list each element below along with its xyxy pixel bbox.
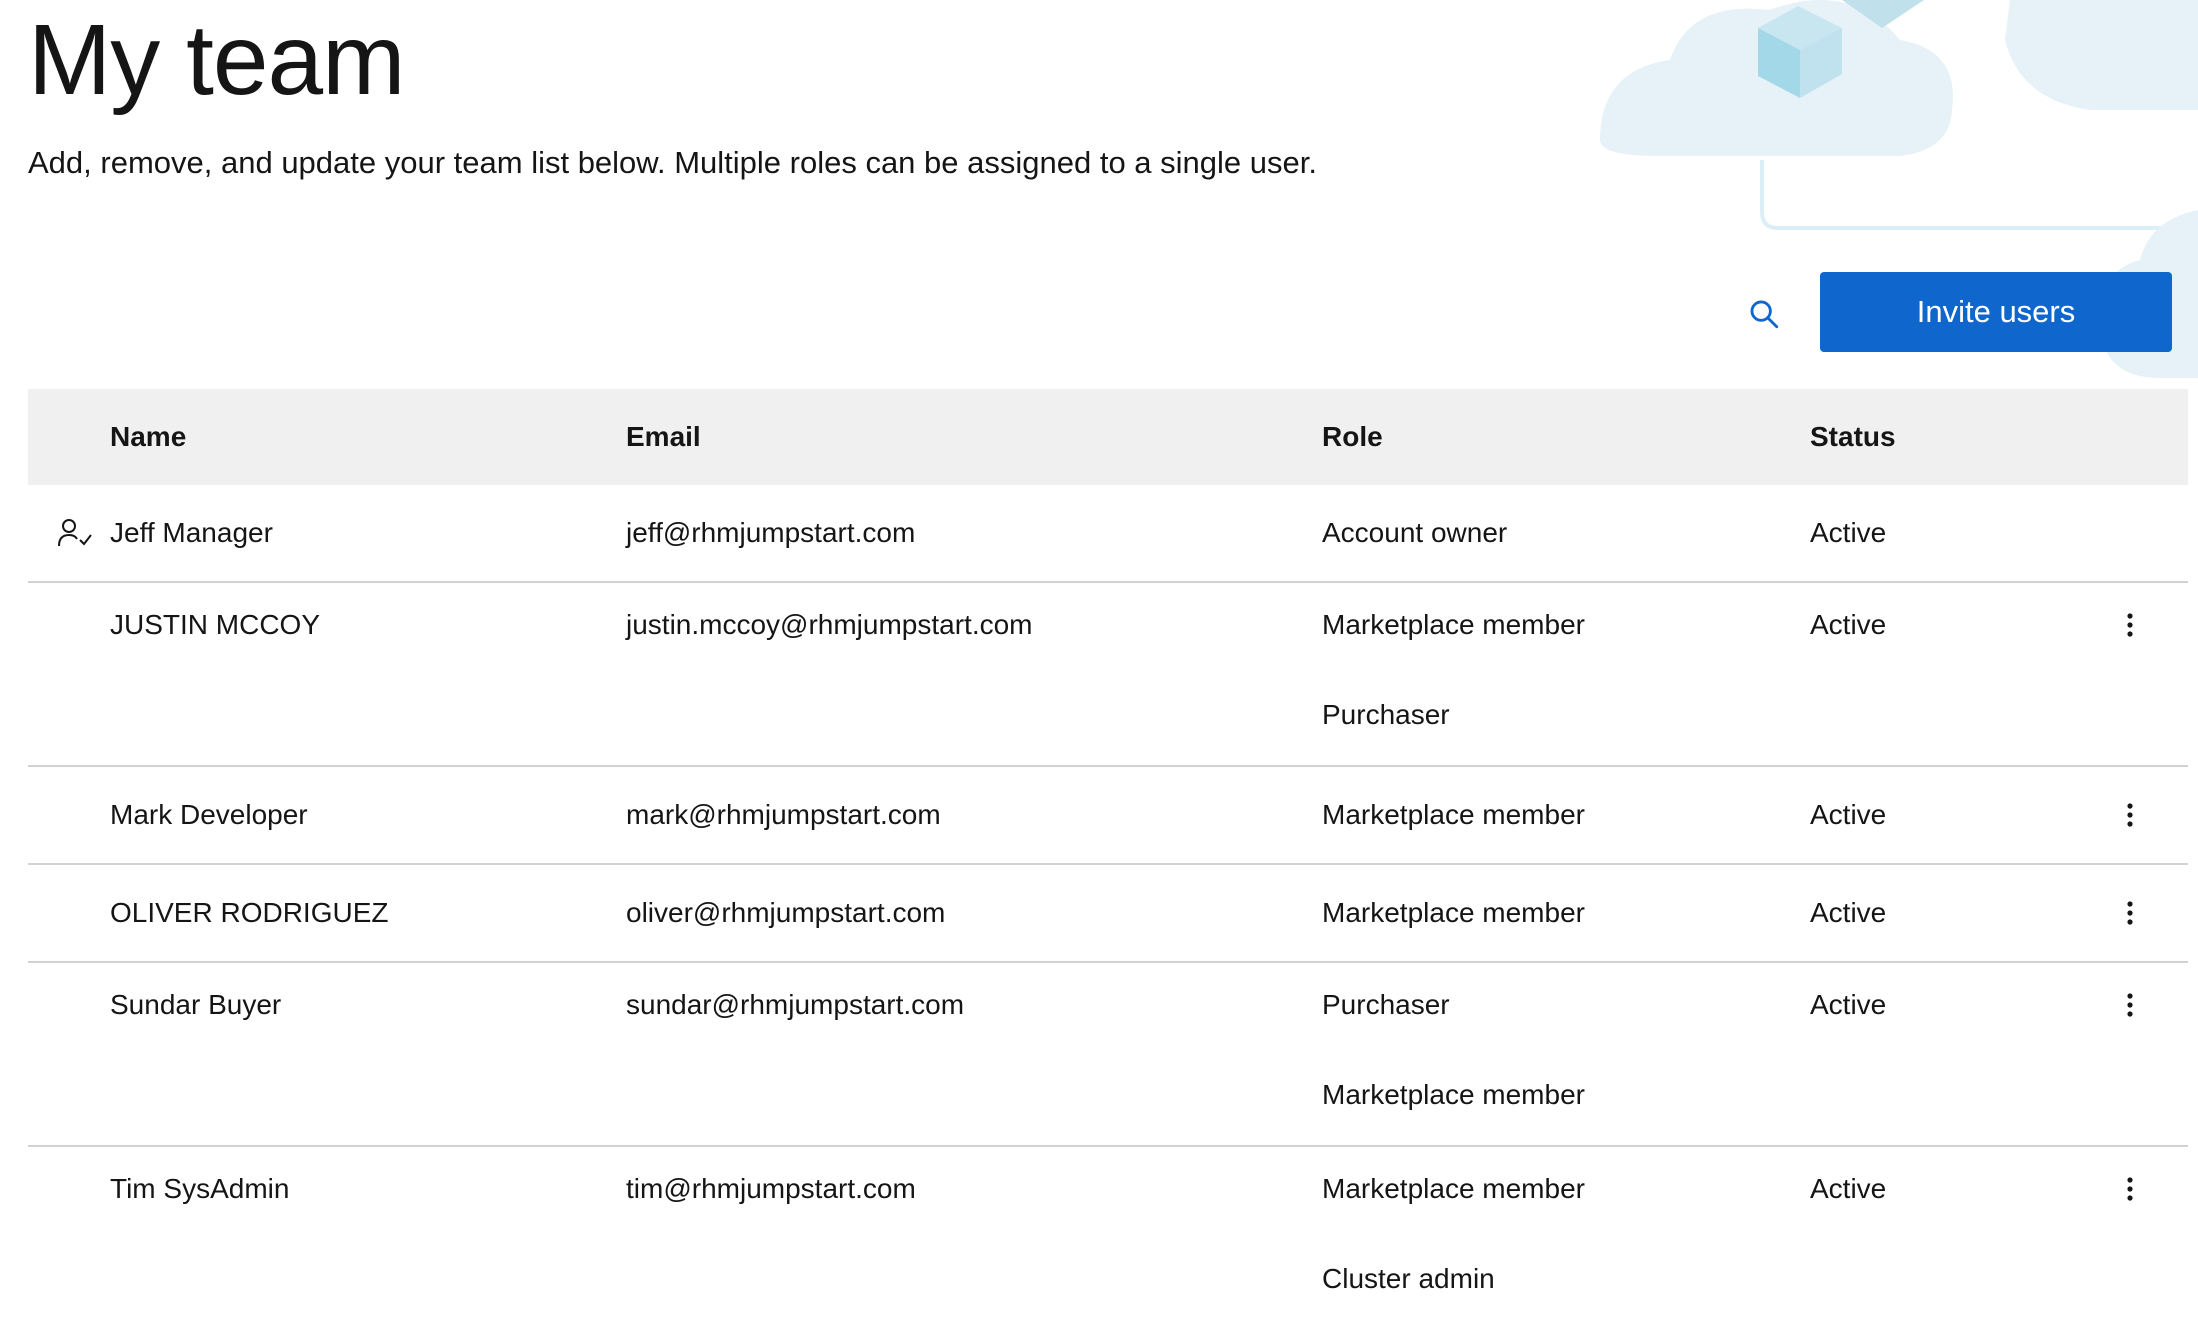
kebab-menu-icon — [2127, 901, 2133, 925]
cell-email: jeff@rhmjumpstart.com — [626, 517, 916, 548]
cell-status: Active — [1810, 517, 1887, 548]
user-check-icon — [58, 518, 92, 553]
page-title: My team — [28, 4, 405, 116]
team-table: Name Email Role Status Jeff Manager jeff… — [28, 389, 2188, 1323]
table-row: Mark Developer mark@rhmjumpstart.com Mar… — [28, 767, 2188, 865]
table-header: Name Email Role Status — [28, 389, 2188, 485]
table-row: JUSTIN MCCOY justin.mccoy@rhmjumpstart.c… — [28, 583, 2188, 767]
table-row: OLIVER RODRIGUEZ oliver@rhmjumpstart.com… — [28, 865, 2188, 963]
row-actions-button[interactable] — [2110, 795, 2150, 835]
role-label: Marketplace member — [1322, 1079, 1585, 1110]
cell-status: Active — [1810, 989, 1887, 1020]
cube-icon — [1758, 0, 1924, 98]
row-actions-button[interactable] — [2110, 605, 2150, 645]
cell-name: Sundar Buyer — [110, 989, 282, 1020]
column-header-status[interactable]: Status — [1810, 389, 1896, 485]
table-row: Tim SysAdmin tim@rhmjumpstart.com Market… — [28, 1147, 2188, 1323]
kebab-menu-icon — [2127, 993, 2133, 1017]
cell-role: Purchaser Marketplace member — [1322, 987, 1585, 1113]
row-actions-button[interactable] — [2110, 985, 2150, 1025]
cell-email: mark@rhmjumpstart.com — [626, 799, 941, 830]
role-label: Purchaser — [1322, 699, 1450, 730]
row-actions-button[interactable] — [2110, 893, 2150, 933]
role-label: Marketplace member — [1322, 799, 1585, 830]
cell-status: Active — [1810, 609, 1887, 640]
cell-email: oliver@rhmjumpstart.com — [626, 897, 946, 928]
cell-status: Active — [1810, 799, 1887, 830]
cell-role: Marketplace member — [1322, 895, 1585, 931]
column-header-email[interactable]: Email — [626, 389, 701, 485]
cell-name: OLIVER RODRIGUEZ — [110, 897, 389, 928]
cell-role: Marketplace member Cluster admin — [1322, 1171, 1585, 1297]
kebab-menu-icon — [2127, 613, 2133, 637]
cell-status: Active — [1810, 1173, 1887, 1204]
cell-email: sundar@rhmjumpstart.com — [626, 989, 965, 1020]
table-row: Sundar Buyer sundar@rhmjumpstart.com Pur… — [28, 963, 2188, 1147]
invite-users-button[interactable]: Invite users — [1820, 272, 2172, 352]
role-label: Marketplace member — [1322, 897, 1585, 928]
kebab-menu-icon — [2127, 1177, 2133, 1201]
role-label: Marketplace member — [1322, 1173, 1585, 1204]
search-icon — [1750, 300, 1779, 329]
cell-role: Account owner — [1322, 515, 1507, 551]
role-label: Purchaser — [1322, 989, 1450, 1020]
cell-status: Active — [1810, 897, 1887, 928]
page-description: Add, remove, and update your team list b… — [28, 145, 1317, 180]
search-button[interactable] — [1740, 290, 1788, 338]
cell-name: Mark Developer — [110, 799, 308, 830]
cell-name: JUSTIN MCCOY — [110, 609, 320, 640]
role-label: Marketplace member — [1322, 609, 1585, 640]
role-label: Cluster admin — [1322, 1263, 1495, 1294]
cell-name: Jeff Manager — [110, 517, 273, 548]
table-row: Jeff Manager jeff@rhmjumpstart.com Accou… — [28, 485, 2188, 583]
cell-email: justin.mccoy@rhmjumpstart.com — [626, 609, 1033, 640]
kebab-menu-icon — [2127, 803, 2133, 827]
column-header-role[interactable]: Role — [1322, 389, 1383, 485]
column-header-name[interactable]: Name — [110, 389, 186, 485]
cell-name: Tim SysAdmin — [110, 1173, 290, 1204]
role-label: Account owner — [1322, 517, 1508, 548]
row-actions-button[interactable] — [2110, 1169, 2150, 1209]
cell-role: Marketplace member — [1322, 797, 1585, 833]
cell-role: Marketplace member Purchaser — [1322, 607, 1585, 733]
cell-email: tim@rhmjumpstart.com — [626, 1173, 916, 1204]
